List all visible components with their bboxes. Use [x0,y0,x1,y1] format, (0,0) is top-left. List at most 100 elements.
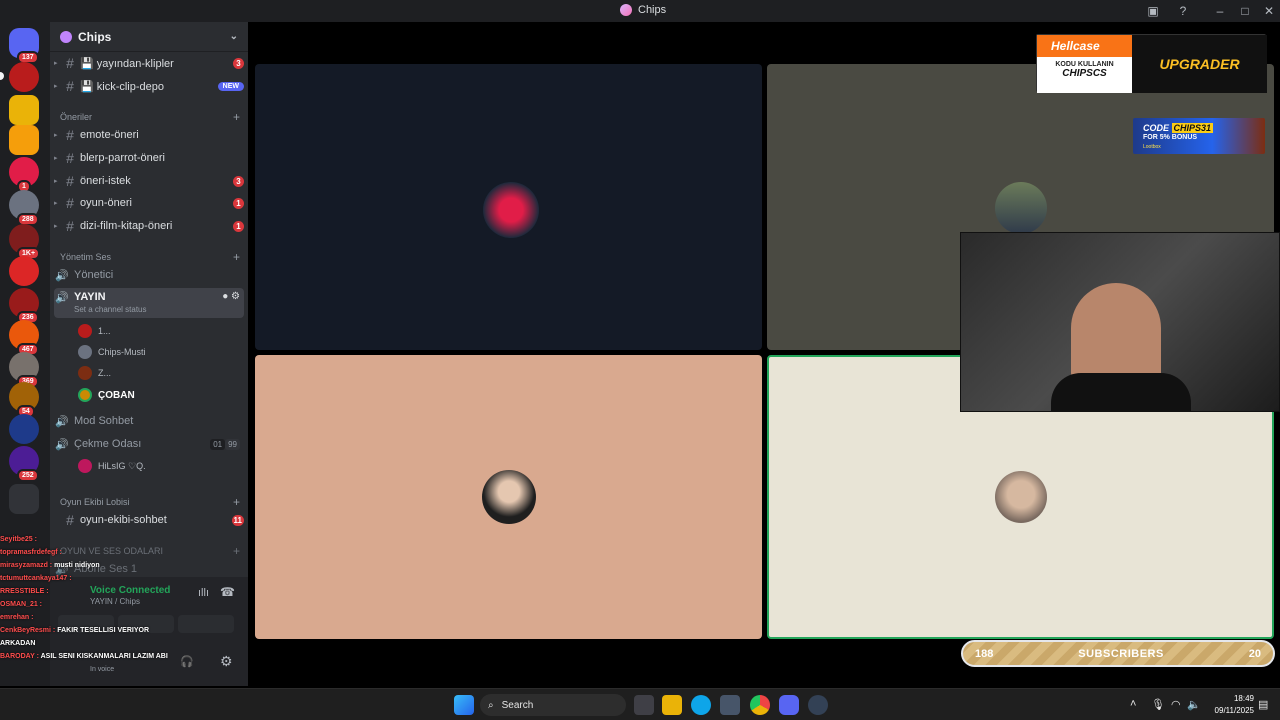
channel-emote-oneri[interactable]: ▸ # emote-öneri [54,125,244,145]
edge-icon[interactable] [691,695,711,715]
server-icon-4[interactable]: 1 [9,157,39,193]
unread-count: 3 [233,57,244,69]
chat-user: mirasyzamazd : [0,562,53,569]
webcam-shirt [1051,373,1191,411]
speaker-icon: 🔊 [55,415,69,428]
volume-icon[interactable]: 🔈 [1187,698,1201,711]
server-icon-9[interactable]: 369 [9,352,39,388]
server-icon-chips[interactable]: 288 [9,190,39,226]
subscriber-bar: 188 SUBSCRIBERS 20 [961,640,1275,667]
chat-message: RRESSTIBLE : [0,585,196,598]
maximize-icon[interactable]: □ [1237,3,1253,19]
server-icon-7[interactable]: 236 [9,288,39,324]
disconnect-icon[interactable]: ☎ [220,585,235,599]
participant-avatar [995,182,1047,234]
hellcase-kod: KODU KULLANIN [1055,61,1114,68]
help-icon[interactable]: ? [1175,3,1191,19]
server-header-icon [60,30,72,43]
participant-avatar [482,470,536,524]
hellcase-brand: Hellcase [1037,35,1132,57]
participant-tile[interactable] [255,355,762,639]
server-icon-11[interactable] [9,414,39,444]
in-voice-label: In voice [90,666,115,673]
server-icon-3[interactable] [9,125,39,155]
category-yonetim-ses[interactable]: Yönetim Ses + [60,250,240,264]
channel-oyun-oneri[interactable]: ▸ # oyun-öneri 1 [54,193,244,213]
chat-user: RRESSTIBLE : [0,588,49,595]
add-channel-icon[interactable]: + [233,544,240,558]
voice-member[interactable]: HiLsIG ♡Q. [78,457,146,475]
server-icon [620,4,632,16]
category-oneriler[interactable]: Öneriler + [60,110,240,124]
chat-message: OSMAN_21 : [0,598,196,611]
inbox-icon[interactable]: ▣ [1145,3,1161,19]
voice-member[interactable]: 1... [78,322,111,340]
server-header[interactable]: Chips ⌄ [50,22,248,52]
chat-user: BARODAY : [0,653,39,660]
settings-gear-icon[interactable]: ⚙ [220,653,233,670]
add-channel-icon[interactable]: + [233,495,240,509]
add-channel-icon[interactable]: + [233,250,240,264]
hash-icon: # [66,150,74,166]
voice-member[interactable]: Chips-Musti [78,343,146,361]
channel-yayindan-klipler[interactable]: ▸ # 💾 yayından-klipler 3 [54,53,244,73]
voice-channel-name: Mod Sohbet [74,415,134,427]
channel-oneri-istek[interactable]: ▸ # öneri-istek 3 [54,171,244,191]
channel-kick-clip-depo[interactable]: ▸ # 💾 kick-clip-depo NEW [54,76,244,96]
file-explorer-icon[interactable] [662,695,682,715]
search-label: Search [501,699,534,711]
speaker-icon: 🔊 [55,438,69,451]
avatar [78,388,92,402]
windows-start-icon[interactable] [454,695,474,715]
channel-status[interactable]: Set a channel status [74,305,147,314]
channel-actions-icons[interactable]: ● ⚙ [222,291,244,302]
speaker-icon: 🔊 [55,292,69,304]
avatar [78,366,92,380]
store-icon[interactable] [720,695,740,715]
channel-name: 💾 yayından-klipler [80,57,174,70]
close-icon[interactable]: ✕ [1261,3,1277,19]
voice-member[interactable]: ÇOBAN [78,386,135,404]
system-clock[interactable]: 18:49 09/11/2025 [1206,693,1254,717]
chat-user: OSMAN_21 : [0,601,43,608]
channel-name: oyun-öneri [80,197,132,209]
add-channel-icon[interactable]: + [233,110,240,124]
channel-blerp-parrot-oneri[interactable]: ▸ # blerp-parrot-öneri [54,148,244,168]
title-bar: Chips ▣ ? – □ ✕ [0,0,1280,22]
taskbar-search[interactable]: ⌕ Search [480,694,626,716]
minimize-icon[interactable]: – [1212,3,1228,19]
hash-icon: # [66,78,74,94]
server-icon-12[interactable]: 252 [9,446,39,482]
server-icon-8[interactable]: 467 [9,320,39,356]
voice-channel-cekme-odasi[interactable]: 🔊 Çekme Odası 01 99 [54,434,244,454]
participant-tile[interactable] [255,64,762,350]
chat-message: ARKADAN [0,637,196,650]
unread-count: 3 [233,175,244,187]
server-icon-5[interactable]: 1K+ [9,224,41,260]
server-icon-6[interactable] [9,256,39,286]
app-icon[interactable] [808,695,828,715]
signal-icon[interactable]: ıllı [198,587,209,599]
channel-dizi-film-kitap-oneri[interactable]: ▸ # dizi-film-kitap-öneri 1 [54,216,244,236]
voice-channel-name: YAYIN [74,291,106,303]
voice-channel-yayin[interactable]: 🔊 YAYIN Set a channel status ● ⚙ [54,288,244,318]
chat-user: tctumuttcankaya147 : [0,575,72,582]
voice-channel-mod-sohbet[interactable]: 🔊 Mod Sohbet [54,411,244,431]
server-icon-1[interactable] [9,62,39,92]
hellcase-upgrader: UPGRADER [1132,35,1267,93]
chat-message: BARODAY : ASIL SENI KISKANMALARI LAZIM A… [0,650,196,663]
wifi-icon[interactable]: ◠ [1171,698,1181,711]
discord-icon[interactable] [779,695,799,715]
chevron-down-icon: ⌄ [229,31,238,42]
server-icon-2[interactable] [9,95,39,125]
microphone-icon[interactable]: 🎙 [1151,698,1165,711]
home-button[interactable]: 137 [9,28,39,64]
chevron-up-icon[interactable]: ˄ [1130,698,1136,710]
voice-member[interactable]: Z... [78,364,111,382]
lootbox-code-line: CODE CHIPS31 [1143,123,1214,133]
notification-icon[interactable]: ▤ [1258,698,1268,711]
chrome-icon[interactable] [750,695,770,715]
server-icon-10[interactable]: 54 [9,382,39,418]
task-view-icon[interactable] [634,695,654,715]
voice-channel-yonetici[interactable]: 🔊 Yönetici [54,265,244,285]
